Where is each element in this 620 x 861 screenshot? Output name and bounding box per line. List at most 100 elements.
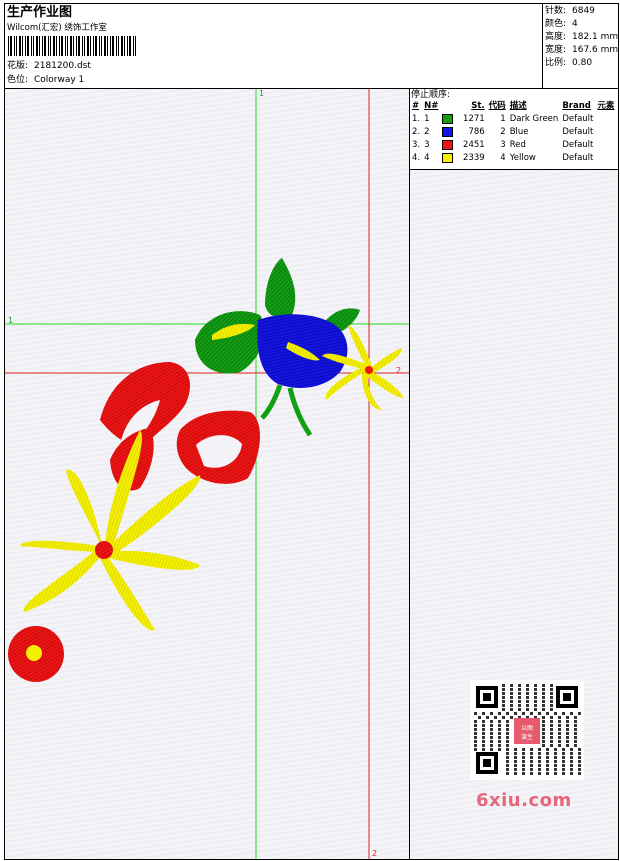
qr-module [510, 696, 513, 699]
qr-module [530, 756, 533, 759]
qr-module [570, 764, 573, 767]
qr-module [506, 760, 509, 763]
qr-module [522, 756, 525, 759]
qr-module [494, 716, 497, 719]
qr-module [578, 712, 581, 715]
qr-module [578, 760, 581, 763]
qr-module [554, 752, 557, 755]
qr-module [482, 748, 485, 751]
qr-module [510, 688, 513, 691]
qr-module [526, 684, 529, 687]
qr-module [574, 728, 577, 731]
qr-module [514, 764, 517, 767]
qr-module [490, 732, 493, 735]
qr-code: 以图 谋生 [470, 680, 584, 780]
qr-module [570, 752, 573, 755]
qr-module [534, 708, 537, 711]
qr-module [530, 764, 533, 767]
qr-module [550, 704, 553, 707]
qr-module [502, 704, 505, 707]
qr-module [478, 716, 481, 719]
qr-module [550, 688, 553, 691]
qr-module [498, 736, 501, 739]
qr-module [530, 712, 533, 715]
qr-module [526, 708, 529, 711]
qr-module [542, 696, 545, 699]
qr-module [522, 760, 525, 763]
qr-module [566, 716, 569, 719]
qr-module [554, 764, 557, 767]
blue-flower [257, 314, 348, 388]
qr-module [546, 748, 549, 751]
qr-module [546, 756, 549, 759]
qr-seal-text-top: 以图 [521, 725, 533, 732]
qr-module [498, 724, 501, 727]
qr-module [542, 720, 545, 723]
qr-module [558, 740, 561, 743]
qr-module [482, 712, 485, 715]
qr-module [546, 772, 549, 775]
qr-module [562, 748, 565, 751]
qr-module [482, 744, 485, 747]
qr-module [538, 756, 541, 759]
qr-module [534, 692, 537, 695]
qr-module [578, 772, 581, 775]
qr-module [490, 720, 493, 723]
qr-module [514, 768, 517, 771]
qr-module [562, 752, 565, 755]
qr-module [502, 684, 505, 687]
qr-module [538, 748, 541, 751]
qr-module [498, 732, 501, 735]
guide-label-green-left: 1 [8, 316, 13, 325]
qr-module [518, 696, 521, 699]
qr-module [542, 740, 545, 743]
qr-module [578, 748, 581, 751]
qr-module [514, 748, 517, 751]
qr-module [506, 736, 509, 739]
qr-module [530, 768, 533, 771]
qr-module [490, 740, 493, 743]
qr-module [482, 732, 485, 735]
qr-module [578, 768, 581, 771]
qr-module [570, 772, 573, 775]
qr-module [534, 704, 537, 707]
qr-module [506, 772, 509, 775]
qr-module [498, 744, 501, 747]
qr-module [562, 764, 565, 767]
qr-module [510, 708, 513, 711]
qr-module [538, 768, 541, 771]
yellow-flower-center [95, 541, 113, 559]
qr-module [542, 728, 545, 731]
qr-module [550, 720, 553, 723]
qr-module [558, 724, 561, 727]
qr-module [542, 744, 545, 747]
qr-module [506, 768, 509, 771]
qr-module [526, 692, 529, 695]
qr-module [562, 772, 565, 775]
qr-module [566, 724, 569, 727]
qr-module [514, 752, 517, 755]
qr-module [562, 760, 565, 763]
qr-module [474, 720, 477, 723]
qr-module [474, 748, 477, 751]
qr-module [574, 736, 577, 739]
qr-module [574, 724, 577, 727]
qr-module [506, 756, 509, 759]
qr-module [502, 700, 505, 703]
qr-module [578, 764, 581, 767]
qr-module [574, 732, 577, 735]
qr-module [542, 684, 545, 687]
qr-module [498, 720, 501, 723]
qr-module [506, 764, 509, 767]
qr-module [550, 716, 553, 719]
qr-module [542, 708, 545, 711]
qr-module [546, 760, 549, 763]
qr-module [550, 692, 553, 695]
qr-module [578, 752, 581, 755]
qr-module [510, 716, 513, 719]
qr-module [482, 724, 485, 727]
qr-module [550, 696, 553, 699]
qr-module [486, 716, 489, 719]
qr-module [506, 720, 509, 723]
qr-module [530, 748, 533, 751]
